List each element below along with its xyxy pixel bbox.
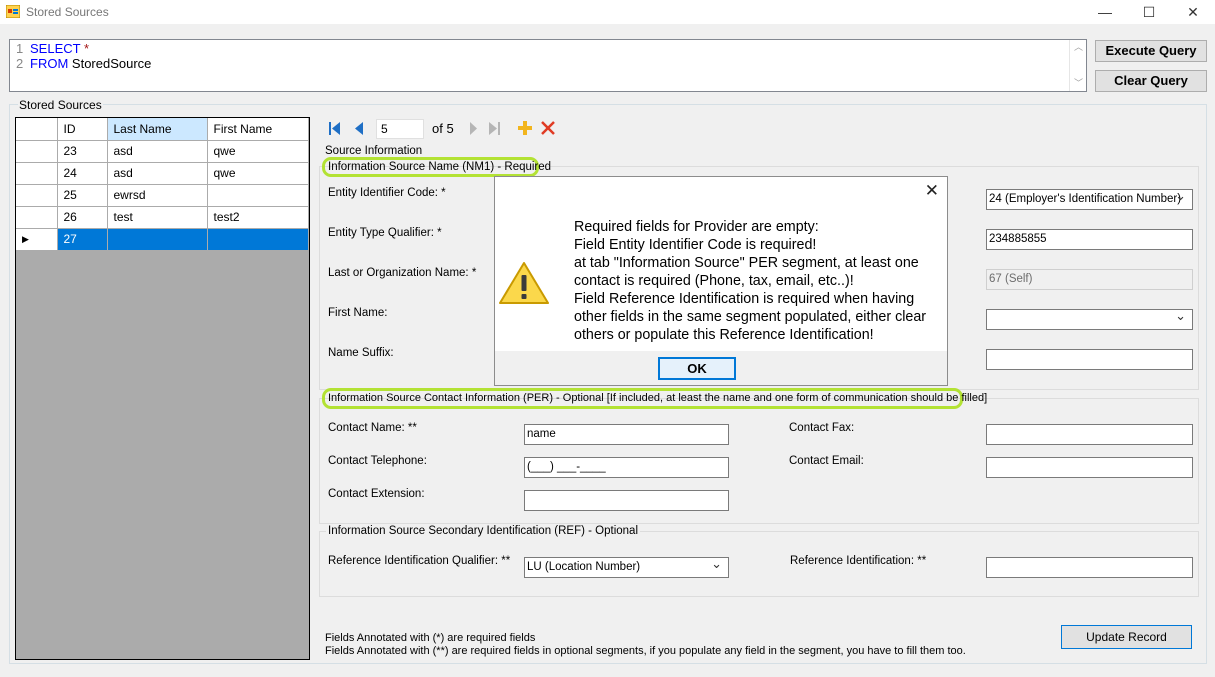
cell-last-name[interactable]: asd	[107, 140, 208, 163]
current-row-icon: ▶	[16, 228, 58, 251]
name-suffix-input[interactable]	[986, 349, 1193, 370]
scroll-down-icon[interactable]: ﹀	[1074, 76, 1083, 89]
row-header[interactable]	[16, 206, 58, 229]
contact-email-input[interactable]	[986, 457, 1193, 478]
first-name-label: First Name:	[328, 307, 388, 319]
query-editor[interactable]: 1 SELECT * 2 FROM StoredSource ︿ ﹀	[9, 39, 1087, 92]
sql-token: *	[83, 41, 90, 56]
app-icon	[6, 5, 20, 18]
contact-name-label: Contact Name: **	[328, 422, 417, 434]
table-row[interactable]: 24 asd qwe	[16, 162, 309, 185]
table-row[interactable]: 26 test test2	[16, 206, 309, 229]
ok-button[interactable]: OK	[658, 357, 736, 380]
warning-icon	[499, 262, 549, 304]
move-first-icon[interactable]	[329, 122, 341, 135]
id-code-qualifier-select[interactable]: 24 (Employer's Identification Number)	[986, 189, 1193, 210]
scroll-up-icon[interactable]: ︿	[1074, 40, 1083, 53]
minimize-button[interactable]: —	[1082, 0, 1128, 24]
required-note: Fields Annotated with (*) are required f…	[325, 632, 536, 644]
cell-id[interactable]: 25	[57, 184, 108, 207]
table-row-selected[interactable]: ▶ 27	[16, 228, 309, 251]
cell-last-name[interactable]: test	[107, 206, 208, 229]
column-header-last-name[interactable]: Last Name	[107, 118, 208, 141]
optional-required-note: Fields Annotated with (**) are required …	[325, 645, 966, 657]
contact-email-label: Contact Email:	[789, 455, 864, 467]
ref-qualifier-label: Reference Identification Qualifier: **	[328, 555, 511, 567]
contact-name-input[interactable]: name	[524, 424, 729, 445]
name-suffix-label: Name Suffix:	[328, 347, 394, 359]
contact-telephone-label: Contact Telephone:	[328, 455, 427, 467]
line-number: 2	[16, 56, 24, 71]
window-title: Stored Sources	[26, 5, 109, 19]
add-new-icon[interactable]	[518, 121, 532, 135]
move-last-icon[interactable]	[489, 122, 501, 135]
column-header-id[interactable]: ID	[57, 118, 108, 141]
row-header-corner	[16, 118, 58, 141]
position-field[interactable]: 5	[376, 119, 424, 139]
query-line-2: FROM StoredSource	[30, 56, 151, 71]
record-count-label: of 5	[432, 121, 454, 136]
cell-last-name[interactable]: asd	[107, 162, 208, 185]
entity-identifier-label: Entity Identifier Code: *	[328, 187, 446, 199]
contact-extension-input[interactable]	[524, 490, 729, 511]
row-header[interactable]	[16, 162, 58, 185]
cell-first-name[interactable]: test2	[207, 206, 309, 229]
first-name-select[interactable]	[986, 309, 1193, 330]
clear-query-button[interactable]: Clear Query	[1095, 70, 1207, 92]
cell-last-name[interactable]: ewrsd	[107, 184, 208, 207]
delete-icon[interactable]	[541, 121, 555, 135]
dialog-message: Required fields for Provider are empty: …	[574, 219, 927, 343]
cell-first-name[interactable]: qwe	[207, 162, 309, 185]
contact-extension-label: Contact Extension:	[328, 488, 425, 500]
dialog-footer: OK	[495, 351, 947, 385]
maximize-button[interactable]: ☐	[1126, 0, 1172, 24]
sql-token: StoredSource	[71, 56, 152, 71]
message-dialog: ✕ Required fields for Provider are empty…	[494, 176, 948, 386]
title-bar	[0, 0, 1215, 24]
cell-last-name[interactable]	[107, 228, 208, 251]
close-button[interactable]: ✕	[1170, 0, 1215, 24]
cell-first-name[interactable]: qwe	[207, 140, 309, 163]
row-header[interactable]	[16, 140, 58, 163]
relationship-field: 67 (Self)	[986, 269, 1193, 290]
contact-telephone-input[interactable]: (___) ___-____	[524, 457, 729, 478]
entity-type-label: Entity Type Qualifier: *	[328, 227, 442, 239]
query-line-1: SELECT *	[30, 41, 89, 56]
column-header-first-name[interactable]: First Name	[207, 118, 309, 141]
cell-id[interactable]: 27	[57, 228, 108, 251]
line-number: 1	[16, 41, 24, 56]
binding-navigator: 5 of 5	[320, 117, 565, 142]
sql-keyword: FROM	[30, 56, 69, 71]
cell-id[interactable]: 26	[57, 206, 108, 229]
ref-id-label: Reference Identification: **	[790, 555, 927, 567]
update-record-button[interactable]: Update Record	[1061, 625, 1192, 649]
cell-id[interactable]: 24	[57, 162, 108, 185]
cell-first-name[interactable]	[207, 184, 309, 207]
move-next-icon[interactable]	[469, 122, 478, 135]
stored-sources-grid[interactable]: ID Last Name First Name 23 asd qwe 24 as…	[15, 117, 310, 660]
move-previous-icon[interactable]	[355, 122, 364, 135]
sql-keyword: SELECT	[30, 41, 81, 56]
query-scrollbar[interactable]: ︿ ﹀	[1069, 40, 1086, 91]
contact-fax-label: Contact Fax:	[789, 422, 855, 434]
source-info-title: Source Information	[325, 145, 423, 157]
grid-header-row: ID Last Name First Name	[16, 118, 309, 141]
ref-qualifier-select[interactable]: LU (Location Number)	[524, 557, 729, 578]
row-header[interactable]	[16, 184, 58, 207]
dialog-close-icon[interactable]: ✕	[925, 181, 939, 201]
execute-query-button[interactable]: Execute Query	[1095, 40, 1207, 62]
stored-sources-title: Stored Sources	[18, 98, 103, 112]
last-org-name-label: Last or Organization Name: *	[328, 267, 477, 279]
id-code-input[interactable]: 234885855	[986, 229, 1193, 250]
ref-title: Information Source Secondary Identificat…	[326, 525, 641, 537]
table-row[interactable]: 23 asd qwe	[16, 140, 309, 163]
per-title: Information Source Contact Information (…	[328, 392, 988, 404]
table-row[interactable]: 25 ewrsd	[16, 184, 309, 207]
nm1-title: Information Source Name (NM1) - Required	[328, 161, 552, 173]
ref-id-input[interactable]	[986, 557, 1193, 578]
cell-first-name[interactable]	[207, 228, 309, 251]
cell-id[interactable]: 23	[57, 140, 108, 163]
contact-fax-input[interactable]	[986, 424, 1193, 445]
